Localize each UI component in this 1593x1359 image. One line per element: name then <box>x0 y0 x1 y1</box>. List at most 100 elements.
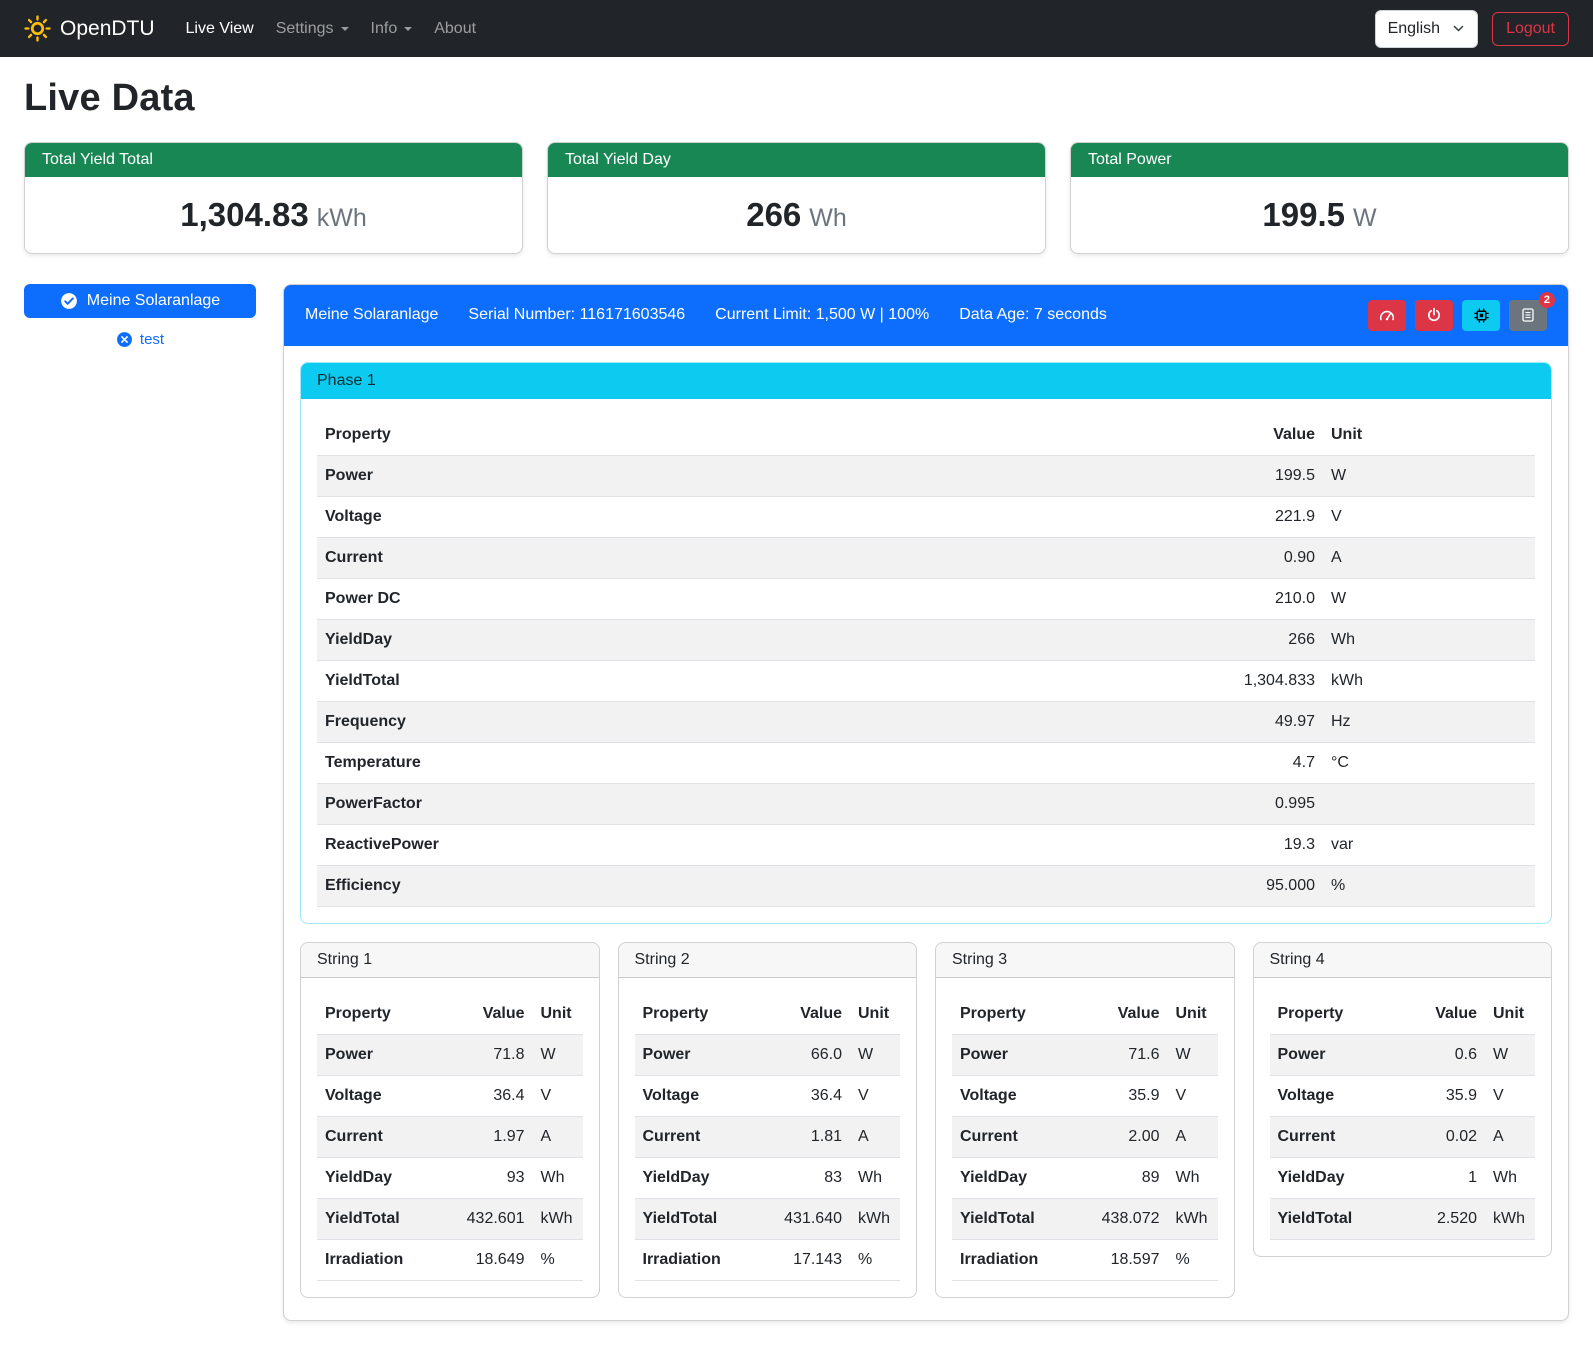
property-cell: YieldDay <box>1270 1157 1408 1198</box>
value-cell: 4.7 <box>1183 742 1323 783</box>
value-cell: 0.6 <box>1407 1034 1485 1075</box>
total-yield-total-unit: kWh <box>317 204 367 232</box>
brand[interactable]: OpenDTU <box>24 15 155 42</box>
nav-about[interactable]: About <box>423 12 487 46</box>
inverter-limit: Current Limit: 1,500 W | 100% <box>715 306 929 324</box>
value-cell: 432.601 <box>455 1198 533 1239</box>
unit-cell: V <box>1168 1075 1218 1116</box>
property-cell: Current <box>635 1116 773 1157</box>
column-header-property: Property <box>1270 994 1408 1035</box>
total-yield-day-unit: Wh <box>809 204 847 232</box>
property-cell: YieldTotal <box>317 1198 455 1239</box>
unit-cell: V <box>1323 496 1535 537</box>
logout-button[interactable]: Logout <box>1492 12 1569 46</box>
value-cell: 19.3 <box>1183 824 1323 865</box>
property-cell: Efficiency <box>317 865 1183 906</box>
unit-cell: V <box>850 1075 900 1116</box>
sidebar-item-test-label: test <box>140 331 164 348</box>
nav-info[interactable]: Info <box>360 12 424 46</box>
property-cell: YieldTotal <box>952 1198 1090 1239</box>
property-cell: Power <box>1270 1034 1408 1075</box>
event-log-button[interactable]: 2 <box>1509 300 1547 331</box>
caret-down-icon <box>341 27 349 31</box>
string-1-table-body: Power71.8WVoltage36.4VCurrent1.97AYieldD… <box>317 1034 583 1280</box>
property-cell: ReactivePower <box>317 824 1183 865</box>
table-row: Current1.97A <box>317 1116 583 1157</box>
nav-live-view[interactable]: Live View <box>175 12 265 46</box>
property-cell: Current <box>952 1116 1090 1157</box>
property-cell: Voltage <box>317 496 1183 537</box>
column-header-unit: Unit <box>850 994 900 1035</box>
value-cell: 35.9 <box>1090 1075 1168 1116</box>
card-body: 266Wh <box>548 177 1045 253</box>
column-header-unit: Unit <box>533 994 583 1035</box>
unit-cell: % <box>1168 1239 1218 1280</box>
nav-settings[interactable]: Settings <box>265 12 360 46</box>
unit-cell: % <box>533 1239 583 1280</box>
unit-cell: kWh <box>1323 660 1535 701</box>
unit-cell: % <box>850 1239 900 1280</box>
total-power-value: 199.5 <box>1262 196 1345 233</box>
table-row: Current0.90A <box>317 537 1535 578</box>
page-title: Live Data <box>24 77 1569 120</box>
table-row: Temperature4.7°C <box>317 742 1535 783</box>
table-row: YieldDay93Wh <box>317 1157 583 1198</box>
limit-settings-button[interactable] <box>1368 300 1406 331</box>
property-cell: YieldTotal <box>317 660 1183 701</box>
string-4-table: Property Value Unit Power0.6WVoltage35.9… <box>1270 994 1536 1240</box>
value-cell: 0.995 <box>1183 783 1323 824</box>
page-content: Live Data Total Yield Total 1,304.83kWh … <box>0 57 1593 1349</box>
unit-cell: A <box>1485 1116 1535 1157</box>
value-cell: 35.9 <box>1407 1075 1485 1116</box>
device-info-button[interactable] <box>1462 300 1500 331</box>
property-cell: YieldTotal <box>1270 1198 1408 1239</box>
unit-cell: Wh <box>1323 619 1535 660</box>
value-cell: 83 <box>772 1157 850 1198</box>
inverter-panel-body: Phase 1 Property Value Unit Power199.5WV… <box>284 346 1568 1320</box>
property-cell: Power <box>317 1034 455 1075</box>
table-row: Power66.0W <box>635 1034 901 1075</box>
language-select[interactable]: English <box>1375 10 1478 48</box>
card-body: 199.5 W <box>1071 177 1568 253</box>
inverter-sidebar: Meine Solaranlage test <box>24 284 256 348</box>
power-toggle-button[interactable] <box>1415 300 1453 331</box>
column-header-unit: Unit <box>1485 994 1535 1035</box>
total-power-unit: W <box>1353 204 1377 232</box>
total-yield-total-value: 1,304.83 <box>180 196 308 233</box>
unit-cell: A <box>1323 537 1535 578</box>
property-cell: Voltage <box>1270 1075 1408 1116</box>
string-4-card: String 4 Property Value Unit <box>1253 942 1553 1257</box>
unit-cell: W <box>1485 1034 1535 1075</box>
nav-live-view-label: Live View <box>186 20 254 38</box>
property-cell: PowerFactor <box>317 783 1183 824</box>
unit-cell: A <box>533 1116 583 1157</box>
column-header-unit: Unit <box>1168 994 1218 1035</box>
inverter-select-button[interactable]: Meine Solaranlage <box>24 284 256 318</box>
column-header-property: Property <box>317 415 1183 456</box>
unit-cell: % <box>1323 865 1535 906</box>
string-card-body: Property Value Unit Power0.6WVoltage35.9… <box>1254 978 1552 1256</box>
value-cell: 1 <box>1407 1157 1485 1198</box>
table-row: Voltage36.4V <box>317 1075 583 1116</box>
inverter-actions: 2 <box>1368 300 1547 331</box>
unit-cell: W <box>1168 1034 1218 1075</box>
table-row: PowerFactor0.995 <box>317 783 1535 824</box>
caret-down-icon <box>404 27 412 31</box>
value-cell: 431.640 <box>772 1198 850 1239</box>
property-cell: Irradiation <box>952 1239 1090 1280</box>
unit-cell: A <box>1168 1116 1218 1157</box>
column-header-value: Value <box>1090 994 1168 1035</box>
table-row: Voltage221.9V <box>317 496 1535 537</box>
value-cell: 66.0 <box>772 1034 850 1075</box>
table-row: ReactivePower19.3var <box>317 824 1535 865</box>
property-cell: Current <box>1270 1116 1408 1157</box>
phase-table: Property Value Unit Power199.5WVoltage22… <box>317 415 1535 907</box>
value-cell: 0.90 <box>1183 537 1323 578</box>
table-row: Irradiation18.649% <box>317 1239 583 1280</box>
value-cell: 93 <box>455 1157 533 1198</box>
value-cell: 1.97 <box>455 1116 533 1157</box>
property-cell: Power DC <box>317 578 1183 619</box>
value-cell: 17.143 <box>772 1239 850 1280</box>
sidebar-item-test[interactable]: test <box>24 331 256 348</box>
string-card-title: String 2 <box>619 943 917 978</box>
